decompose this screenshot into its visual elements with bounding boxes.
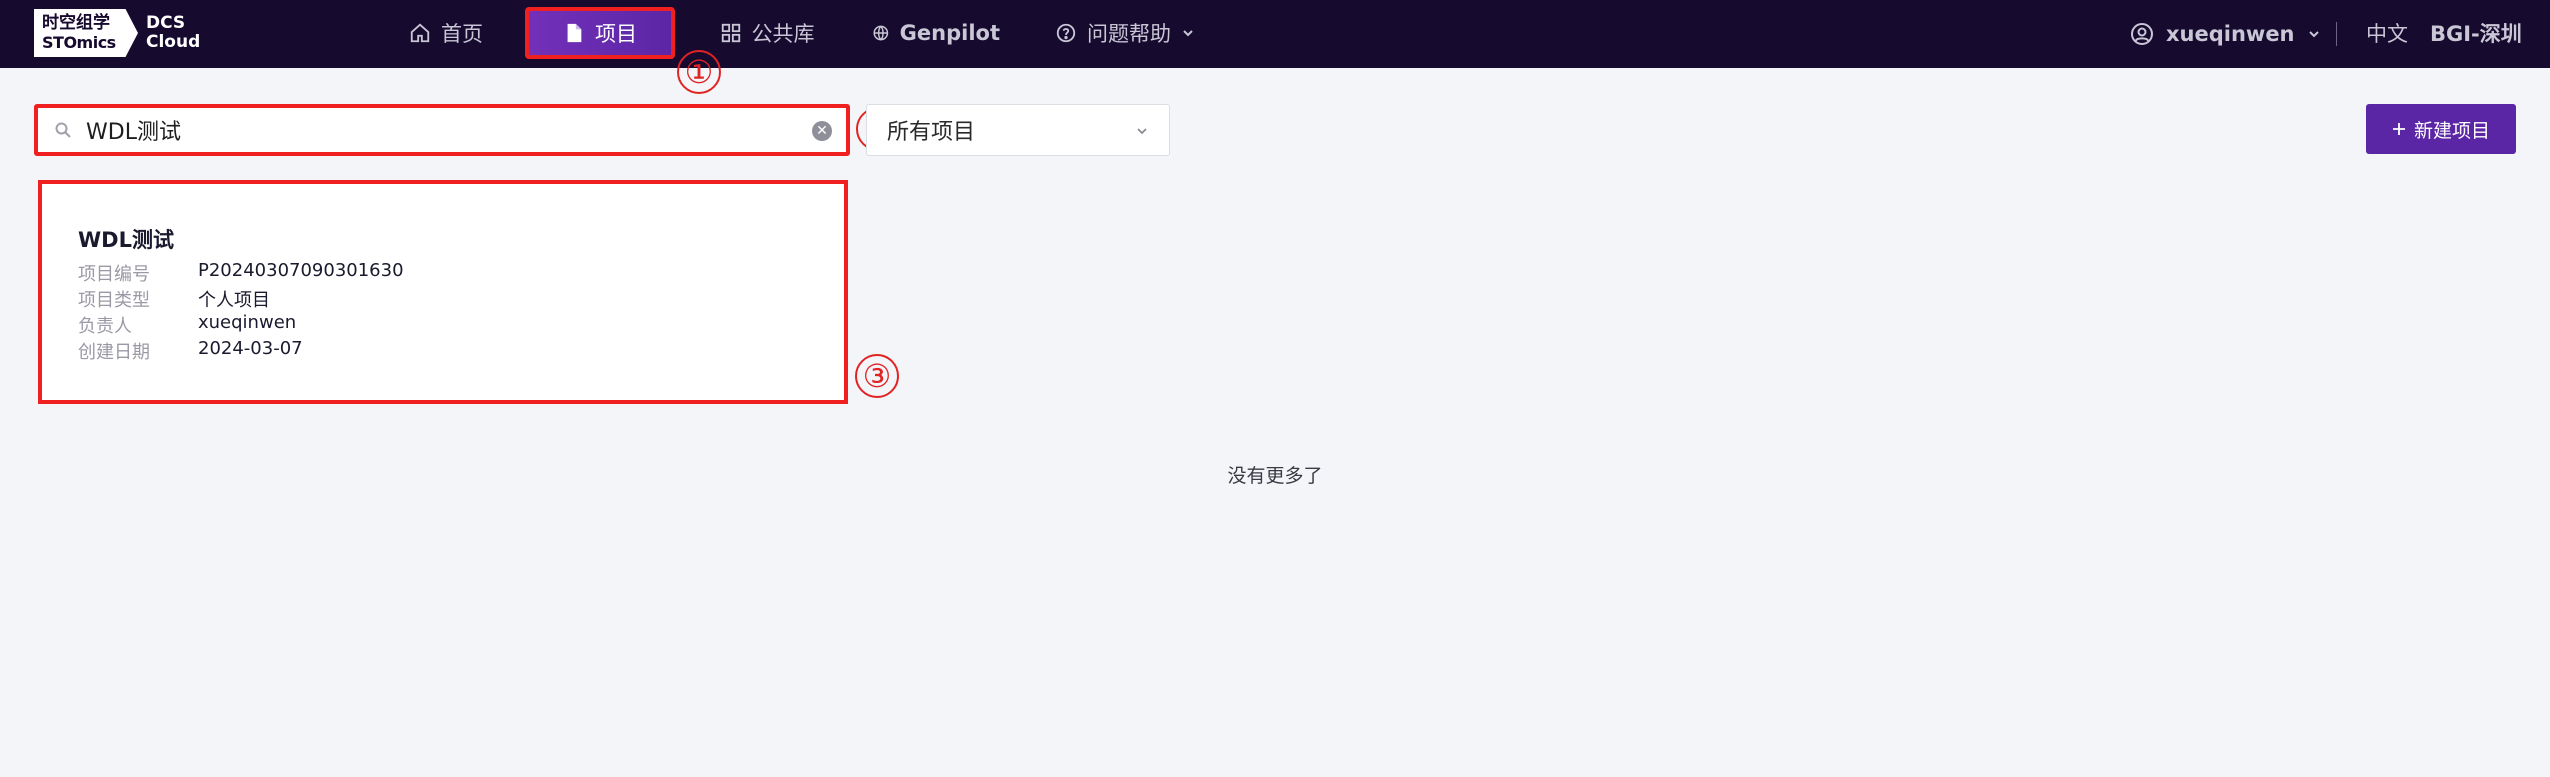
- project-type-label: 项目类型: [78, 290, 150, 311]
- logo[interactable]: 时空组学 STOmics DCS Cloud: [34, 8, 200, 58]
- nav-help[interactable]: 问题帮助: [1045, 7, 1205, 59]
- user-menu[interactable]: xueqinwen: [2130, 16, 2321, 52]
- project-id-value: P20240307090301630: [198, 260, 404, 281]
- project-created-value: 2024-03-07: [198, 338, 303, 359]
- user-icon: [2131, 23, 2153, 45]
- logo-badge: 时空组学 STOmics: [34, 9, 138, 57]
- chevron-down-icon: [1183, 30, 1193, 37]
- new-project-button[interactable]: 新建项目: [2366, 104, 2516, 154]
- home-icon: [410, 23, 430, 43]
- document-icon: [567, 23, 582, 43]
- logo-product-name: DCS Cloud: [146, 14, 200, 52]
- project-field-row: 负责人 xueqinwen: [78, 312, 296, 338]
- project-field-row: 创建日期 2024-03-07: [78, 338, 303, 364]
- project-filter-value: 所有项目: [887, 120, 976, 145]
- logo-badge-line2: STOmics: [42, 33, 116, 52]
- nav-genpilot[interactable]: Genpilot: [872, 7, 1000, 59]
- nav-home-label: 首页: [441, 22, 483, 46]
- search-field[interactable]: ✕: [34, 104, 850, 156]
- logo-product-line1: DCS: [146, 13, 186, 33]
- nav-public-library[interactable]: 公共库: [712, 7, 822, 59]
- divider: [2336, 22, 2337, 46]
- help-icon: [1056, 23, 1076, 43]
- site-selector[interactable]: BGI-深圳: [2430, 18, 2522, 48]
- user-name: xueqinwen: [2166, 22, 2295, 46]
- grid-icon: [721, 23, 740, 43]
- project-owner-value: xueqinwen: [198, 312, 297, 333]
- nav-public-library-label: 公共库: [751, 22, 815, 46]
- project-created-label: 创建日期: [78, 342, 150, 363]
- nav-project-label: 项目: [595, 22, 637, 46]
- language-switch[interactable]: 中文: [2366, 18, 2408, 48]
- project-field-row: 项目类型 个人项目: [78, 286, 270, 312]
- project-filter-select[interactable]: 所有项目: [866, 104, 1170, 156]
- project-type-value: 个人项目: [198, 290, 270, 311]
- annotation-3: ③: [855, 354, 899, 398]
- new-project-label: 新建项目: [2413, 119, 2490, 142]
- nav-help-label: 问题帮助: [1087, 22, 1171, 46]
- chevron-down-icon: [1137, 128, 1147, 135]
- search-input[interactable]: [86, 117, 786, 143]
- plus-icon: [2392, 123, 2405, 135]
- close-icon: ✕: [816, 123, 828, 139]
- project-id-label: 项目编号: [78, 264, 150, 285]
- clear-search-button[interactable]: ✕: [812, 121, 832, 141]
- project-card[interactable]: WDL测试 项目编号 P20240307090301630 项目类型 个人项目 …: [38, 180, 848, 404]
- annotation-1: ①: [677, 50, 721, 94]
- project-field-row: 项目编号 P20240307090301630: [78, 260, 404, 286]
- chevron-down-icon: [2308, 31, 2319, 38]
- project-owner-label: 负责人: [78, 316, 132, 337]
- logo-product-line2: Cloud: [146, 32, 201, 52]
- nav-home[interactable]: 首页: [396, 7, 496, 59]
- search-icon: [55, 122, 71, 138]
- nav-project[interactable]: 项目: [525, 7, 675, 59]
- no-more-text: 没有更多了: [1227, 465, 1323, 487]
- logo-badge-line1: 时空组学: [42, 13, 110, 33]
- globe-icon: [873, 25, 889, 41]
- nav-genpilot-label: Genpilot: [899, 21, 1000, 45]
- project-title: WDL测试: [78, 228, 174, 252]
- top-navigation-bar: 时空组学 STOmics DCS Cloud 首页 项目 公共库 Genpilo…: [0, 0, 2550, 68]
